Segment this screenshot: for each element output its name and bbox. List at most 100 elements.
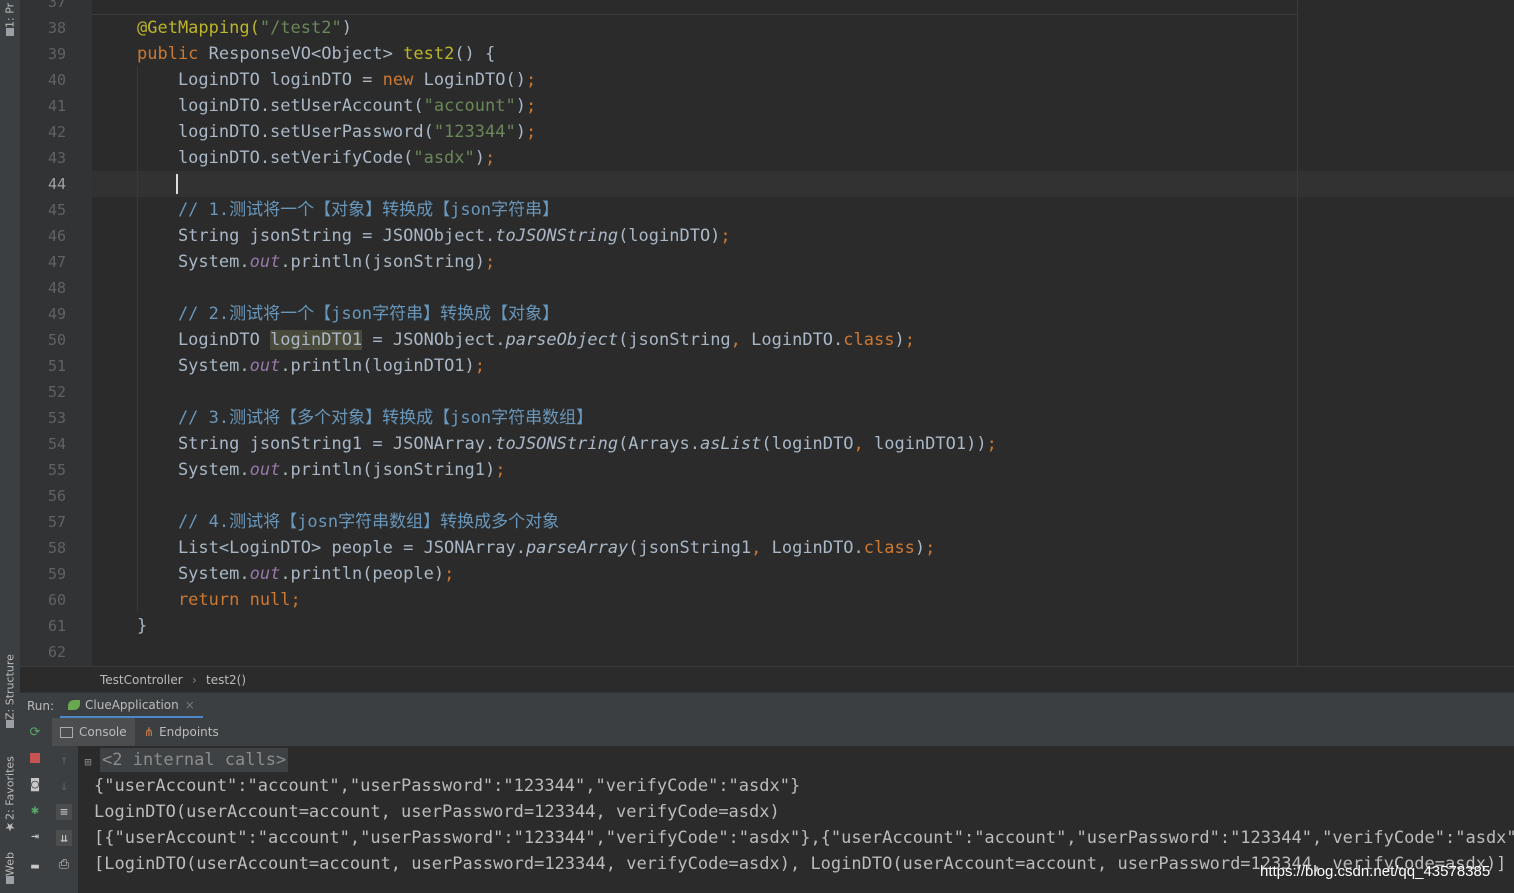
code-line[interactable]: return null;: [137, 587, 301, 613]
settings-icon[interactable]: ✱: [27, 802, 43, 818]
console-line: LoginDTO(userAccount=account, userPasswo…: [94, 802, 780, 822]
code-token: ): [894, 330, 905, 350]
line-number: 52: [47, 383, 66, 401]
code-line[interactable]: loginDTO.setVerifyCode("asdx");: [137, 145, 495, 171]
code-token: ;: [485, 252, 496, 272]
code-token: ): [515, 122, 526, 142]
rerun-icon[interactable]: ⟳: [27, 724, 43, 740]
breadcrumb: TestController › test2(): [20, 666, 1514, 693]
code-token: ;: [986, 434, 997, 454]
login-icon[interactable]: ⇥: [27, 828, 43, 844]
line-number: 37: [47, 0, 66, 11]
code-line[interactable]: String jsonString = JSONObject.toJSONStr…: [137, 223, 731, 249]
print-icon[interactable]: ⎙: [56, 856, 72, 872]
line-number: 55: [47, 461, 66, 479]
code-token: out: [249, 356, 281, 376]
line-number: 43: [47, 149, 66, 167]
expand-icon[interactable]: ⊞: [80, 754, 96, 770]
code-token: new: [382, 70, 424, 90]
tab-structure-label: Z: Structure: [3, 654, 17, 720]
camera-icon[interactable]: ◙: [27, 776, 43, 792]
line-number: 62: [47, 643, 66, 661]
soft-wrap-icon[interactable]: ≡: [56, 804, 72, 820]
stop-icon[interactable]: [27, 750, 43, 766]
code-line[interactable]: System.out.println(people);: [137, 561, 454, 587]
tab-structure[interactable]: Z: Structure: [1, 650, 19, 732]
console-line: [{"userAccount":"account","userPassword"…: [94, 828, 1514, 848]
text-caret: [176, 174, 178, 194]
code-line[interactable]: String jsonString1 = JSONArray.toJSONStr…: [137, 431, 997, 457]
tab-endpoints-label: Endpoints: [159, 725, 219, 739]
code-token: out: [249, 460, 281, 480]
code-token: = JSONObject.: [362, 330, 506, 350]
code-token: ,: [751, 538, 772, 558]
code-token: System.: [137, 564, 250, 584]
code-line[interactable]: public ResponseVO<Object> test2() {: [137, 41, 495, 67]
code-token: ;: [525, 96, 537, 116]
code-line[interactable]: // 4.测试将【josn字符串数组】转换成多个对象: [137, 509, 559, 535]
tab-project[interactable]: 1: Pr: [1, 0, 19, 40]
up-arrow-icon[interactable]: ↑: [56, 752, 72, 768]
line-number: 53: [47, 409, 66, 427]
code-token: out: [249, 564, 281, 584]
code-line[interactable]: loginDTO.setUserAccount("account");: [137, 93, 536, 119]
tab-web[interactable]: Web: [1, 848, 19, 888]
code-line[interactable]: @GetMapping("/test2"): [137, 15, 352, 41]
tab-favorites[interactable]: ★ 2: Favorites: [1, 748, 19, 834]
code-token: ;: [485, 148, 496, 168]
code-token: LoginDTO.: [751, 330, 844, 350]
tab-endpoints[interactable]: ⋔ Endpoints: [136, 718, 227, 746]
run-panel-header: Run: ClueApplication ×: [20, 692, 1514, 719]
code-line[interactable]: List<LoginDTO> people = JSONArray.parseA…: [137, 535, 935, 561]
scroll-end-icon[interactable]: ⇊: [56, 830, 72, 846]
code-line[interactable]: LoginDTO loginDTO1 = JSONObject.parseObj…: [137, 327, 915, 353]
run-config-tab[interactable]: ClueApplication ×: [60, 693, 203, 719]
code-line[interactable]: // 3.测试将【多个对象】转换成【json字符串数组】: [137, 405, 593, 431]
code-token: ;: [290, 590, 301, 610]
line-number: 50: [47, 331, 66, 349]
line-number: 41: [47, 97, 66, 115]
line-number: 49: [47, 305, 66, 323]
star-icon: ★: [3, 820, 17, 834]
code-line[interactable]: LoginDTO loginDTO = new LoginDTO();: [137, 67, 536, 93]
code-token: loginDTO.setUserPassword(: [137, 122, 434, 142]
right-margin-guide: [1297, 0, 1298, 666]
tab-console[interactable]: Console: [52, 718, 135, 746]
internal-calls-fold[interactable]: <2 internal calls>: [100, 748, 289, 772]
folder-icon: [6, 28, 14, 36]
code-line[interactable]: System.out.println(loginDTO1);: [137, 353, 485, 379]
code-line[interactable]: }: [137, 613, 147, 639]
line-number-gutter[interactable]: 37 38 39 40 41 42 43 44 45 46 47 48 49 50 51 52 53 54 55 56…: [20, 0, 113, 666]
breadcrumb-method[interactable]: test2(): [206, 673, 246, 687]
code-token: ;: [444, 564, 455, 584]
code-token: ): [341, 18, 352, 38]
code-token: "account": [423, 96, 516, 116]
tab-favorites-label: 2: Favorites: [3, 756, 17, 820]
code-line[interactable]: System.out.println(jsonString);: [137, 249, 495, 275]
console-icon: [60, 726, 73, 738]
code-token: test2: [403, 44, 455, 64]
code-token: ;: [720, 226, 731, 246]
code-token: toJSONString: [495, 434, 619, 454]
endpoints-icon: ⋔: [144, 725, 155, 739]
breadcrumb-separator: ›: [192, 673, 197, 687]
line-number: 54: [47, 435, 66, 453]
layout-icon[interactable]: ▬: [27, 858, 43, 874]
code-line[interactable]: loginDTO.setUserPassword("123344");: [137, 119, 536, 145]
breadcrumb-class[interactable]: TestController: [100, 673, 183, 687]
code-token: ;: [495, 460, 506, 480]
code-line[interactable]: System.out.println(jsonString1);: [137, 457, 506, 483]
close-icon[interactable]: ×: [185, 698, 195, 712]
code-token: ;: [525, 122, 537, 142]
down-arrow-icon[interactable]: ↓: [56, 778, 72, 794]
code-token: 测试将【josn字符串数组】转换成多个对象: [229, 512, 560, 532]
code-token: public: [137, 44, 209, 64]
run-config-name: ClueApplication: [85, 697, 179, 712]
code-token: "123344": [433, 122, 516, 142]
tab-console-label: Console: [79, 725, 127, 739]
code-line[interactable]: // 2.测试将一个【json字符串】转换成【对象】: [137, 301, 559, 327]
code-line[interactable]: // 1.测试将一个【对象】转换成【json字符串】: [137, 197, 559, 223]
code-token: // 2.: [137, 304, 230, 324]
line-number: 58: [47, 539, 66, 557]
code-token: System.: [137, 252, 250, 272]
